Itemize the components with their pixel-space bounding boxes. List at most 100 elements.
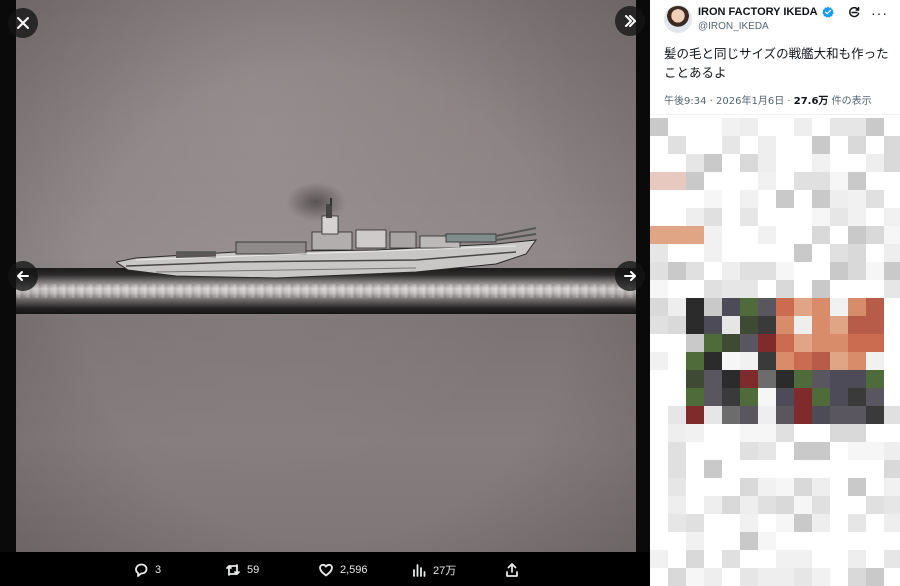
mosaic-cell [740, 208, 758, 226]
mosaic-cell [686, 334, 704, 352]
views-icon [413, 564, 426, 577]
tweet-time[interactable]: 午後9:34 [664, 96, 706, 107]
mosaic-cell [812, 298, 830, 316]
mosaic-cell [884, 442, 900, 460]
mosaic-cell [740, 424, 758, 442]
mosaic-cell [686, 226, 704, 244]
mosaic-cell [830, 406, 848, 424]
mosaic-cell [812, 136, 830, 154]
author-name-row: IRON FACTORY IKEDA [698, 6, 834, 18]
author-display-name[interactable]: IRON FACTORY IKEDA [698, 6, 818, 18]
mosaic-cell [848, 262, 866, 280]
mosaic-cell [776, 280, 794, 298]
mosaic-cell [686, 568, 704, 586]
mosaic-cell [812, 154, 830, 172]
mosaic-cell [740, 280, 758, 298]
mosaic-cell [758, 226, 776, 244]
retweet-button[interactable]: 59 [225, 562, 259, 578]
tweet-panel: IRON FACTORY IKEDA @IRON_IKEDA ··· 髪の毛と同… [650, 0, 900, 586]
mosaic-cell [830, 316, 848, 334]
mosaic-cell [722, 352, 740, 370]
mosaic-cell [722, 388, 740, 406]
mosaic-cell [848, 334, 866, 352]
close-button[interactable] [8, 8, 38, 38]
mosaic-cell [848, 118, 866, 136]
mosaic-cell [830, 244, 848, 262]
mosaic-cell [758, 568, 776, 586]
reply-button[interactable]: 3 [133, 562, 161, 578]
mosaic-cell [776, 478, 794, 496]
mosaic-cell [668, 460, 686, 478]
mosaic-cell [758, 496, 776, 514]
mosaic-cell [884, 496, 900, 514]
mosaic-cell [650, 280, 668, 298]
mosaic-cell [650, 262, 668, 280]
mosaic-cell [776, 298, 794, 316]
close-icon [17, 17, 29, 29]
mosaic-cell [776, 406, 794, 424]
avatar[interactable] [664, 5, 692, 33]
mosaic-cell [686, 370, 704, 388]
mosaic-cell [704, 244, 722, 262]
retweet-count: 59 [247, 564, 260, 576]
media-viewer: 3 59 2,596 27万 [0, 0, 650, 586]
more-icon[interactable]: ··· [871, 6, 888, 20]
mosaic-cell [668, 406, 686, 424]
like-button[interactable]: 2,596 [318, 562, 368, 578]
share-button[interactable] [504, 562, 520, 578]
mosaic-cell [704, 154, 722, 172]
mosaic-cell [812, 208, 830, 226]
mosaic-cell [686, 262, 704, 280]
mosaic-cell [794, 388, 812, 406]
mosaic-cell [776, 316, 794, 334]
mosaic-cell [794, 118, 812, 136]
grok-icon[interactable] [848, 6, 861, 19]
mosaic-cell [776, 568, 794, 586]
tweet-header: IRON FACTORY IKEDA @IRON_IKEDA ··· [650, 0, 900, 44]
share-icon [506, 563, 518, 577]
mosaic-cell [848, 208, 866, 226]
mosaic-cell [758, 352, 776, 370]
mosaic-cell [668, 478, 686, 496]
author-handle[interactable]: @IRON_IKEDA [698, 21, 769, 32]
mosaic-cell [794, 316, 812, 334]
mosaic-cell [812, 316, 830, 334]
mosaic-cell [704, 298, 722, 316]
mosaic-cell [686, 316, 704, 334]
like-icon [319, 563, 333, 577]
mosaic-cell [704, 460, 722, 478]
next-image-button[interactable] [615, 261, 645, 291]
tweet-date[interactable]: 2026年1月6日 [716, 96, 784, 107]
expand-button[interactable] [615, 6, 645, 36]
mosaic-cell [776, 370, 794, 388]
mosaic-cell [866, 190, 884, 208]
mosaic-cell [848, 244, 866, 262]
arrow-left-icon [17, 271, 29, 281]
mosaic-cell [686, 208, 704, 226]
mosaic-cell [866, 352, 884, 370]
mosaic-cell [830, 352, 848, 370]
mosaic-cell [848, 514, 866, 532]
mosaic-cell [704, 280, 722, 298]
mosaic-cell [758, 532, 776, 550]
mosaic-cell [740, 352, 758, 370]
photo-hair-strand [16, 268, 636, 314]
mosaic-cell [776, 424, 794, 442]
mosaic-cell [830, 190, 848, 208]
mosaic-cell [704, 208, 722, 226]
mosaic-cell [668, 136, 686, 154]
mosaic-cell [776, 496, 794, 514]
mosaic-cell [668, 262, 686, 280]
mosaic-cell [830, 118, 848, 136]
header-actions: ··· [848, 6, 888, 20]
mosaic-cell [740, 298, 758, 316]
blurred-replies-mosaic [650, 118, 900, 586]
mosaic-cell [812, 514, 830, 532]
mosaic-cell [884, 208, 900, 226]
mosaic-cell [686, 172, 704, 190]
mosaic-cell [650, 244, 668, 262]
mosaic-cell [884, 550, 900, 568]
previous-image-button[interactable] [8, 261, 38, 291]
views-button[interactable]: 27万 [411, 562, 456, 578]
mosaic-cell [668, 298, 686, 316]
